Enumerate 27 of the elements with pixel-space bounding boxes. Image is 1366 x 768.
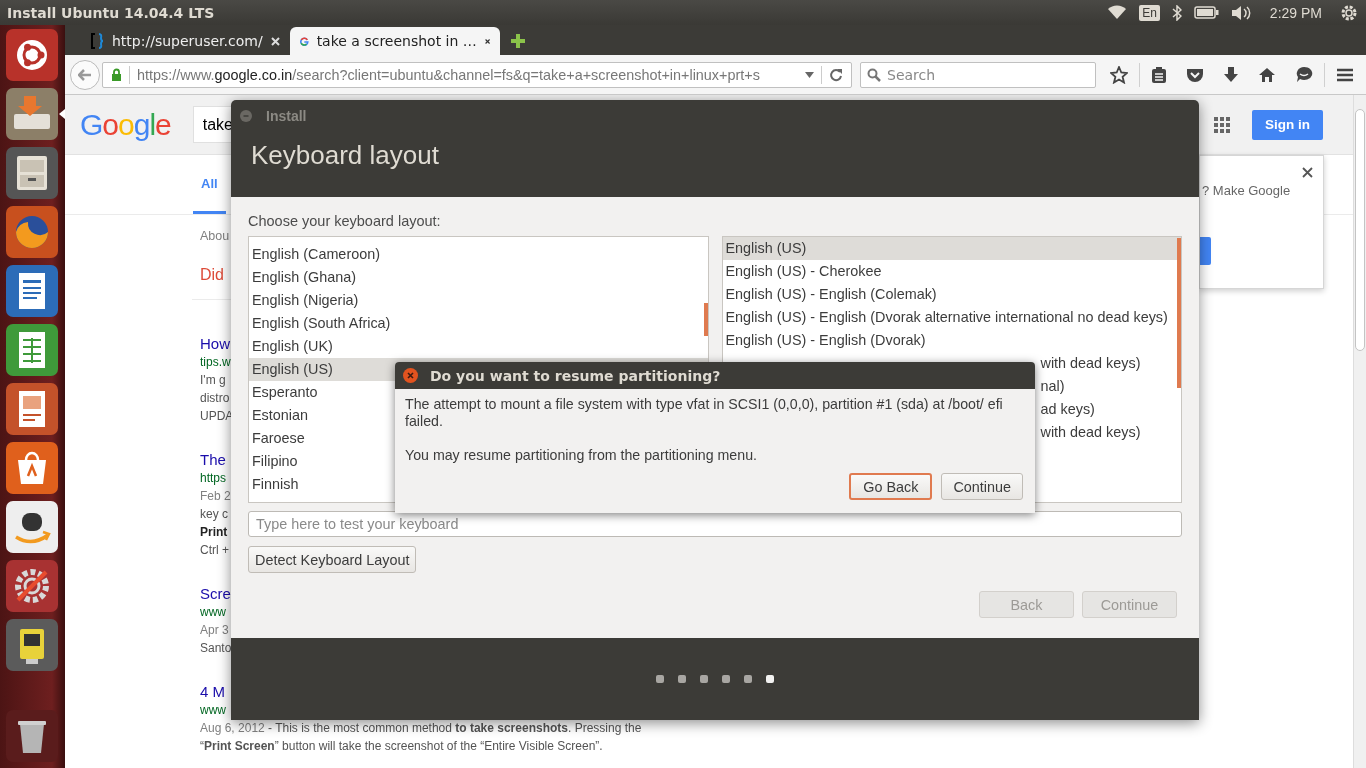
dialog-message: You may resume partitioning from the partitioning menu. xyxy=(405,447,758,464)
page-heading: Keyboard layout xyxy=(251,140,440,171)
logo: Google xyxy=(80,107,171,142)
result-snippet: key c xyxy=(200,506,228,523)
result-url: www xyxy=(200,604,226,621)
result-snippet: Santo xyxy=(200,640,232,657)
dialog-message: The attempt to mount a file system with type vfat in SCSI1 (0,0,0), partition #1 (sda) at /boot/ efi failed. xyxy=(405,396,1004,430)
result-url: https xyxy=(200,470,226,487)
result-snippet: “Print Screen” button will take the screenshot of the “Entire Visible Screen”. xyxy=(200,738,603,755)
result-snippet: I'm g xyxy=(200,372,226,389)
window-title: Install xyxy=(266,108,307,124)
result-snippet: distro xyxy=(200,390,230,407)
result-snippet: Print xyxy=(200,524,228,541)
tab-title: http://superuser.com/ xyxy=(112,33,263,49)
result-snippet: Ctrl + xyxy=(200,542,229,559)
prompt-label: Choose your keyboard layout: xyxy=(248,212,442,230)
result-url: www xyxy=(200,702,226,719)
result-url: tips.w xyxy=(200,354,231,371)
result-snippet: Feb 2 xyxy=(200,488,231,505)
url-text: https://www.google.co.in/search?client=ubuntu&channel=fs&q=take+a+screenshot+in+linux+prt+s xyxy=(137,66,761,83)
result-stats: Abou xyxy=(200,228,230,245)
window-title: Install Ubuntu 14.04.4 LTS xyxy=(7,4,215,21)
result-snippet: Apr 3 xyxy=(200,622,229,639)
dialog-title: Do you want to resume partitioning? xyxy=(430,367,721,384)
promo-text: ? Make Google xyxy=(1202,183,1291,198)
tab-title: take a screenshot in … xyxy=(316,33,477,49)
result-snippet: Aug 6, 2012 - This is the most common method to take screenshots. Pressing the xyxy=(200,720,642,737)
